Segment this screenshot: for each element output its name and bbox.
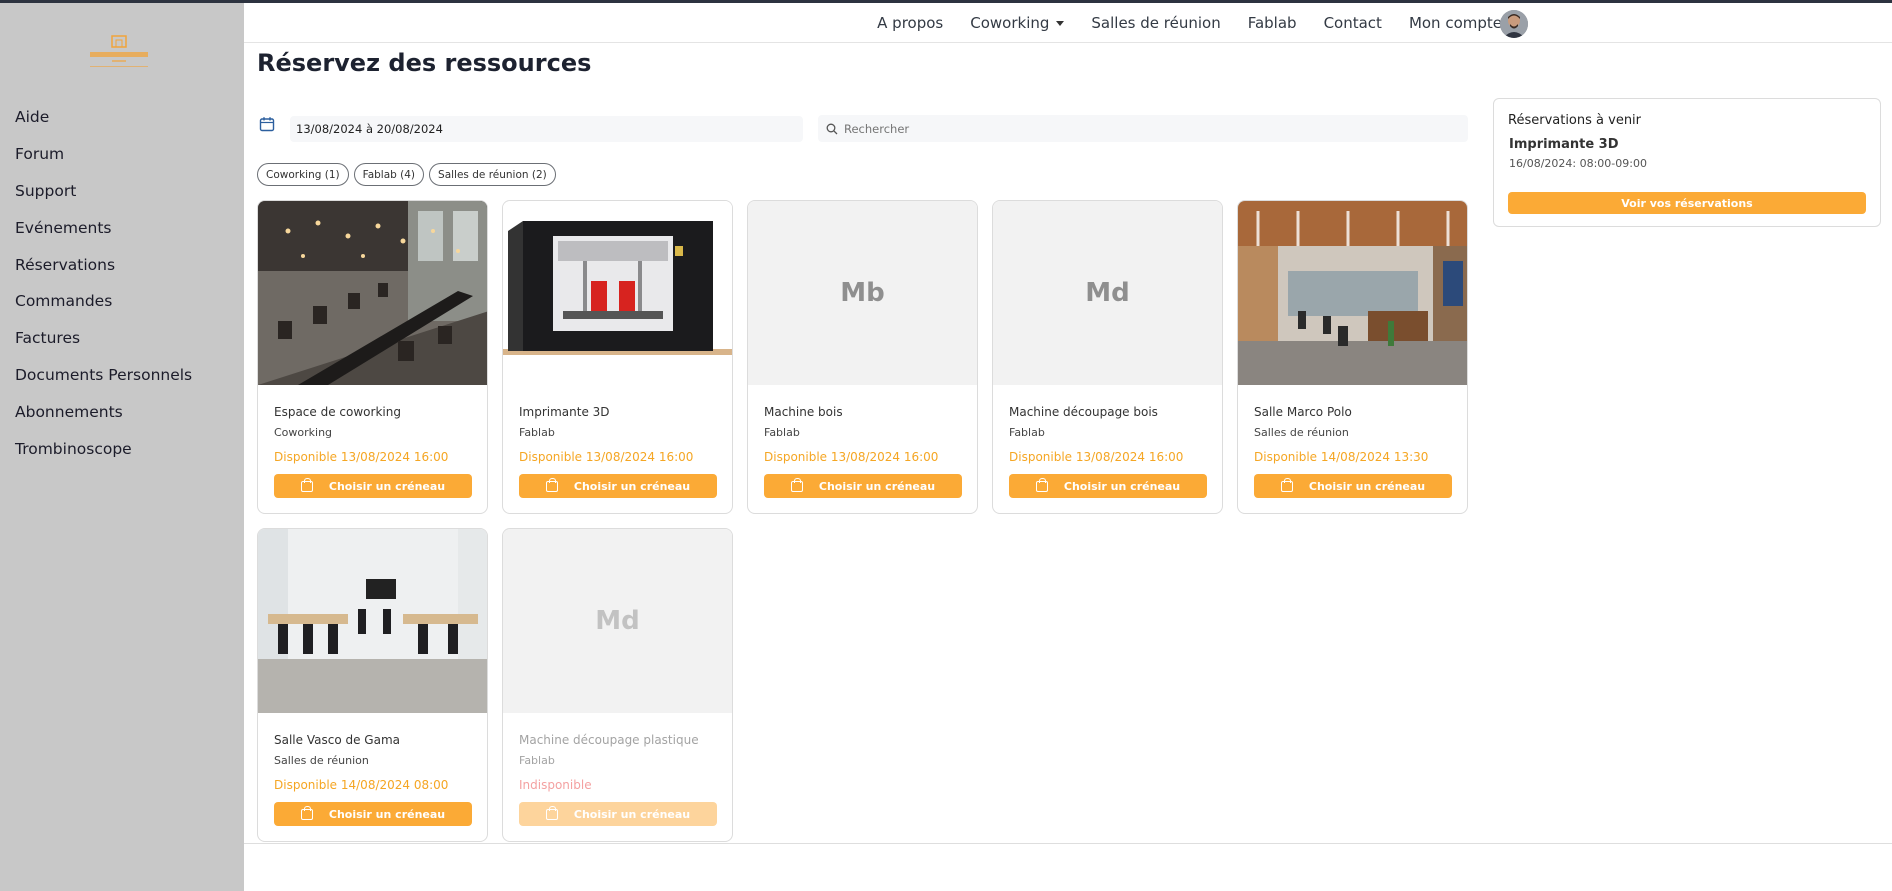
nav-contact[interactable]: Contact xyxy=(1324,14,1382,32)
footer-divider xyxy=(244,843,1892,844)
sidebar: Aide Forum Support Evénements Réservatio… xyxy=(0,3,244,891)
sidebar-item-aide[interactable]: Aide xyxy=(15,99,192,136)
resource-initials-placeholder: Mb xyxy=(748,201,977,385)
sidebar-menu: Aide Forum Support Evénements Réservatio… xyxy=(15,99,192,467)
choose-slot-label: Choisir un créneau xyxy=(573,479,691,493)
resource-category: Fablab xyxy=(519,754,555,767)
choose-slot-button[interactable]: Choisir un créneau xyxy=(1254,474,1452,498)
resource-card[interactable]: Salle Vasco de Gama Salles de réunion Di… xyxy=(257,528,488,842)
resource-category: Salles de réunion xyxy=(1254,426,1349,439)
building-logo-icon xyxy=(90,35,148,67)
shopping-bag-icon xyxy=(300,805,313,820)
brand-logo[interactable] xyxy=(90,33,148,71)
shopping-bag-icon xyxy=(545,477,558,492)
sidebar-item-documents-personnels[interactable]: Documents Personnels xyxy=(15,357,192,394)
resource-initials-placeholder: Md xyxy=(503,529,732,713)
resource-availability: Disponible 13/08/2024 16:00 xyxy=(1009,450,1184,464)
filter-chip-coworking[interactable]: Coworking (1) xyxy=(257,163,349,186)
filter-chip-salles-de-reunion[interactable]: Salles de réunion (2) xyxy=(429,163,556,186)
sidebar-item-abonnements[interactable]: Abonnements xyxy=(15,393,192,430)
calendar-icon xyxy=(259,117,275,132)
resource-availability: Indisponible xyxy=(519,778,592,792)
resource-name: Machine bois xyxy=(764,405,843,419)
choose-slot-label: Choisir un créneau xyxy=(573,807,691,821)
choose-slot-button[interactable]: Choisir un créneau xyxy=(274,474,472,498)
chevron-down-icon xyxy=(1056,20,1065,26)
search-box[interactable] xyxy=(818,115,1468,142)
resource-card[interactable]: Espace de coworking Coworking Disponible… xyxy=(257,200,488,514)
resource-availability: Disponible 13/08/2024 16:00 xyxy=(274,450,449,464)
upcoming-reservations-panel: Réservations à venir Imprimante 3D 16/08… xyxy=(1493,98,1881,227)
resource-availability: Disponible 13/08/2024 16:00 xyxy=(519,450,694,464)
date-picker-trigger[interactable] xyxy=(259,116,275,132)
upcoming-item-date: 16/08/2024: 08:00-09:00 xyxy=(1509,157,1647,170)
resource-category: Coworking xyxy=(274,426,333,439)
choose-slot-label: Choisir un créneau xyxy=(1063,479,1181,493)
resource-name: Imprimante 3D xyxy=(519,405,610,419)
choose-slot-label: Choisir un créneau xyxy=(818,479,936,493)
resource-card[interactable]: Salle Marco Polo Salles de réunion Dispo… xyxy=(1237,200,1468,514)
top-navigation: A propos Coworking Salles de réunion Fab… xyxy=(244,3,1892,43)
sidebar-item-forum[interactable]: Forum xyxy=(15,136,192,173)
sidebar-item-reservations[interactable]: Réservations xyxy=(15,246,192,283)
filter-chip-fablab[interactable]: Fablab (4) xyxy=(353,163,425,186)
search-input[interactable] xyxy=(844,121,1444,136)
sidebar-item-evenements[interactable]: Evénements xyxy=(15,209,192,246)
resource-category: Fablab xyxy=(1009,426,1045,439)
resource-card[interactable]: Mb Machine bois Fablab Disponible 13/08/… xyxy=(747,200,978,514)
resource-name: Machine découpage plastique xyxy=(519,733,699,747)
resource-category: Fablab xyxy=(519,426,555,439)
choose-slot-label: Choisir un créneau xyxy=(328,479,446,493)
shopping-bag-icon xyxy=(790,477,803,492)
resource-name: Salle Vasco de Gama xyxy=(274,733,400,747)
nav-a-propos[interactable]: A propos xyxy=(877,14,943,32)
resource-category: Fablab xyxy=(764,426,800,439)
resource-availability: Disponible 14/08/2024 13:30 xyxy=(1254,450,1429,464)
resource-availability: Disponible 14/08/2024 08:00 xyxy=(274,778,449,792)
resource-name: Machine découpage bois xyxy=(1009,405,1158,419)
nav-salles-de-reunion[interactable]: Salles de réunion xyxy=(1091,14,1220,32)
choose-slot-button[interactable]: Choisir un créneau xyxy=(1009,474,1207,498)
choose-slot-button[interactable]: Choisir un créneau xyxy=(764,474,962,498)
resource-card: Md Machine découpage plastique Fablab In… xyxy=(502,528,733,842)
nav-coworking[interactable]: Coworking xyxy=(970,14,1065,32)
sidebar-item-support[interactable]: Support xyxy=(15,173,192,210)
resource-name: Espace de coworking xyxy=(274,405,401,419)
shopping-bag-icon xyxy=(545,805,558,820)
3d-printer-photo xyxy=(503,201,732,385)
choose-slot-button[interactable]: Choisir un créneau xyxy=(274,802,472,826)
choose-slot-label: Choisir un créneau xyxy=(1308,479,1426,493)
date-range-field[interactable]: 13/08/2024 à 20/08/2024 xyxy=(290,116,803,142)
sidebar-item-factures[interactable]: Factures xyxy=(15,320,192,357)
choose-slot-button-disabled: Choisir un créneau xyxy=(519,802,717,826)
resource-initials-placeholder: Md xyxy=(993,201,1222,385)
view-reservations-button[interactable]: Voir vos réservations xyxy=(1508,192,1866,214)
user-avatar[interactable] xyxy=(1500,10,1528,38)
shopping-bag-icon xyxy=(1035,477,1048,492)
upcoming-item-title: Imprimante 3D xyxy=(1509,137,1619,152)
user-avatar-icon xyxy=(1500,10,1528,38)
search-icon xyxy=(826,123,838,134)
choose-slot-button[interactable]: Choisir un créneau xyxy=(519,474,717,498)
resource-card[interactable]: Md Machine découpage bois Fablab Disponi… xyxy=(992,200,1223,514)
shopping-bag-icon xyxy=(300,477,313,492)
upcoming-heading: Réservations à venir xyxy=(1508,113,1642,128)
resource-category: Salles de réunion xyxy=(274,754,369,767)
nav-coworking-label: Coworking xyxy=(970,14,1050,32)
sidebar-item-trombinoscope[interactable]: Trombinoscope xyxy=(15,430,192,467)
meeting-room-photo xyxy=(1238,201,1467,385)
resource-name: Salle Marco Polo xyxy=(1254,405,1352,419)
shopping-bag-icon xyxy=(1280,477,1293,492)
meeting-room-white-photo xyxy=(258,529,487,713)
nav-mon-compte[interactable]: Mon compte xyxy=(1409,14,1502,32)
choose-slot-label: Choisir un créneau xyxy=(328,807,446,821)
nav-fablab[interactable]: Fablab xyxy=(1248,14,1297,32)
page-title: Réservez des ressources xyxy=(257,49,592,77)
sidebar-item-commandes[interactable]: Commandes xyxy=(15,283,192,320)
category-filters: Coworking (1) Fablab (4) Salles de réuni… xyxy=(257,163,561,186)
coworking-photo xyxy=(258,201,487,385)
resource-card[interactable]: Imprimante 3D Fablab Disponible 13/08/20… xyxy=(502,200,733,514)
resource-availability: Disponible 13/08/2024 16:00 xyxy=(764,450,939,464)
